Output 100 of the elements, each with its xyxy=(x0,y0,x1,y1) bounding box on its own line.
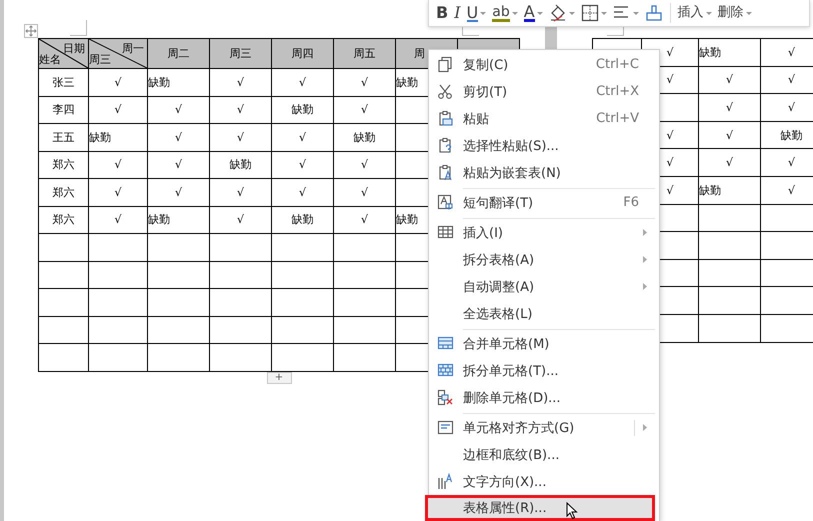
delete-cells-icon xyxy=(437,389,454,406)
table-cell: √ xyxy=(210,206,272,234)
table-cell: √ xyxy=(761,149,813,177)
shortcut-text: F6 xyxy=(623,195,639,210)
table-cell xyxy=(148,316,210,344)
scissors-icon xyxy=(437,83,454,100)
table-cell xyxy=(148,234,210,262)
font-color-button[interactable]: A xyxy=(520,1,546,25)
table-cell: √ xyxy=(699,149,761,177)
table-cell xyxy=(699,287,761,315)
header-label: 日期 xyxy=(63,41,85,56)
table-cell: √ xyxy=(761,66,813,94)
toolbar-button[interactable]: 删除 xyxy=(714,1,755,25)
table-cell xyxy=(148,262,210,289)
header-cell: 周三 xyxy=(210,39,272,69)
menu-item[interactable]: 合并单元格(M) xyxy=(429,330,659,357)
header-cell: 周二 xyxy=(148,39,210,69)
menu-item[interactable]: 删除单元格(D)... xyxy=(429,384,659,411)
menu-item[interactable]: 表格属性(R)... xyxy=(425,495,655,521)
clipboard-icon xyxy=(437,110,454,127)
menu-item[interactable]: 单元格对齐方式(G) xyxy=(429,414,659,441)
menu-item[interactable]: 拆分单元格(T)... xyxy=(429,357,659,384)
table-cell xyxy=(210,344,272,372)
table-cell: √ xyxy=(210,96,272,124)
menu-item[interactable]: 拆分表格(A) xyxy=(429,246,659,273)
table-cell: 缺勤 xyxy=(210,152,272,179)
table-cell xyxy=(334,262,396,289)
table-cell xyxy=(210,262,272,289)
table-cell: √ xyxy=(148,179,210,206)
italic-button[interactable]: I xyxy=(451,1,464,25)
table-cell xyxy=(699,204,761,232)
text-direction-icon xyxy=(437,473,454,490)
shortcut-text: Ctrl+V xyxy=(596,111,639,126)
table-cell: √ xyxy=(699,94,761,122)
header-label: 周三 xyxy=(89,52,111,67)
menu-item[interactable]: 边框和底纹(B)... xyxy=(429,441,659,468)
table-cell: 缺勤 xyxy=(334,124,396,152)
table-cell xyxy=(272,234,334,262)
toolbar-button[interactable]: 插入 xyxy=(674,1,715,25)
table-cell: √ xyxy=(148,124,210,152)
table-cell xyxy=(272,262,334,289)
table-cell xyxy=(89,316,148,344)
table-cell: √ xyxy=(210,69,272,96)
table-cell xyxy=(148,344,210,372)
table-cell: √ xyxy=(89,96,148,124)
header-label: 周一 xyxy=(122,41,144,56)
table-icon xyxy=(437,224,454,241)
table-cell: √ xyxy=(89,69,148,96)
brush-icon xyxy=(644,4,663,22)
table-cell: 缺勤 xyxy=(148,206,210,234)
underline-button[interactable]: U xyxy=(464,1,490,25)
table-cell: 缺勤 xyxy=(761,122,813,150)
table-cell: 张三 xyxy=(39,69,89,96)
table-cell xyxy=(699,260,761,288)
table-cell: √ xyxy=(699,66,761,94)
table-cell: √ xyxy=(334,96,396,124)
table-cell xyxy=(334,316,396,344)
table-cell: √ xyxy=(334,152,396,179)
menu-item[interactable]: 自动调整(A) xyxy=(429,273,659,300)
table-cell: √ xyxy=(89,179,148,206)
move-handle-icon[interactable] xyxy=(24,24,38,38)
table-cell xyxy=(89,234,148,262)
table-cell: √ xyxy=(272,152,334,179)
table-cell: √ xyxy=(761,39,813,67)
table-cell: √ xyxy=(272,69,334,96)
table-cell: 王五 xyxy=(39,124,89,152)
highlight-button[interactable]: ab xyxy=(489,1,521,25)
table-cell: √ xyxy=(334,179,396,206)
table-cell: √ xyxy=(699,122,761,150)
table-cell: 缺勤 xyxy=(272,96,334,124)
table-cell: √ xyxy=(89,206,148,234)
header-label: 姓名 xyxy=(39,52,61,67)
table-cell xyxy=(210,316,272,344)
table-cell: √ xyxy=(761,94,813,122)
cursor-icon xyxy=(566,502,578,520)
table-cell: 郑六 xyxy=(39,152,89,179)
table-cell xyxy=(89,262,148,289)
table-cell: √ xyxy=(334,206,396,234)
table-cell: 缺勤 xyxy=(148,69,210,96)
clipboard-question-icon xyxy=(437,137,454,154)
table-cell xyxy=(699,314,761,343)
header-cell: 周五 xyxy=(334,39,396,69)
table-cell xyxy=(210,289,272,316)
translate-icon xyxy=(437,194,454,211)
table-cell: √ xyxy=(334,69,396,96)
table-cell: 缺勤 xyxy=(699,176,761,205)
margin-corner-mark xyxy=(70,20,87,36)
table-cell xyxy=(272,289,334,316)
table-cell: 郑六 xyxy=(39,179,89,206)
menu-item[interactable]: 文字方向(X)... xyxy=(429,468,659,495)
shortcut-text: Ctrl+X xyxy=(596,84,639,99)
table-cell: √ xyxy=(210,124,272,152)
table-cell xyxy=(89,289,148,316)
table-cell xyxy=(272,316,334,344)
table-cell: 郑六 xyxy=(39,206,89,234)
table-cell xyxy=(89,344,148,372)
bold-button[interactable]: B xyxy=(433,1,452,25)
add-row-button[interactable]: + xyxy=(266,372,292,384)
menu-item[interactable]: 全选表格(L) xyxy=(429,300,659,327)
shortcut-text: Ctrl+C xyxy=(596,57,639,72)
